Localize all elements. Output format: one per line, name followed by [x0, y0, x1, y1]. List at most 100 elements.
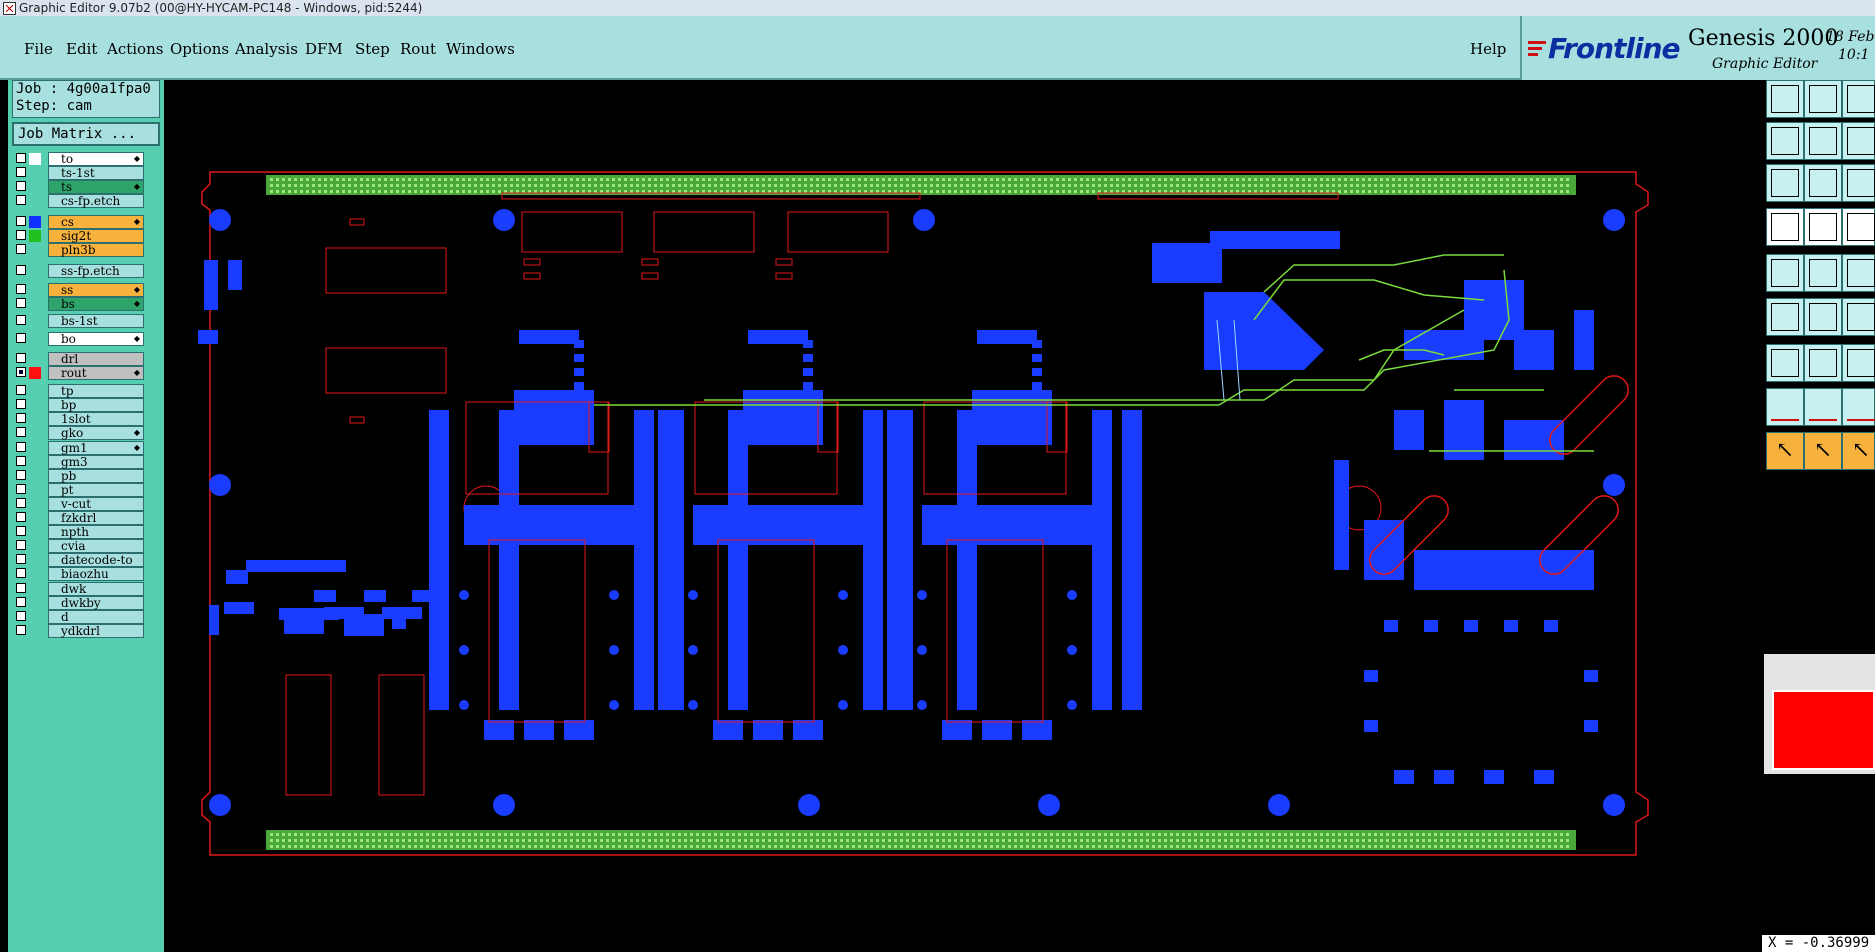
layer-row-ts-1st[interactable]: ts-1st [12, 166, 144, 180]
layer-name[interactable]: biaozhu [48, 567, 144, 581]
layer-row-dwkby[interactable]: dwkby [12, 596, 144, 610]
menu-help[interactable]: Help [1470, 40, 1506, 58]
layer-checkbox[interactable] [16, 512, 26, 522]
layer-name[interactable]: 1slot [48, 412, 144, 426]
layer-checkbox[interactable] [16, 195, 26, 205]
add-a-triangle-icon[interactable] [1804, 388, 1842, 426]
layer-row-ts[interactable]: ts ◆ [12, 180, 144, 194]
layer-color-swatch[interactable] [29, 284, 41, 296]
layer-row-drl[interactable]: drl [12, 352, 144, 366]
select-box-icon[interactable] [1842, 164, 1875, 202]
menu-step[interactable]: Step [355, 40, 390, 58]
layer-row-rout[interactable]: rout ◆ [12, 366, 144, 380]
layer-name[interactable]: gm3 [48, 455, 144, 469]
add-pad-icon[interactable] [1766, 344, 1804, 382]
layer-row-pb[interactable]: pb [12, 469, 144, 483]
layer-color-swatch[interactable] [29, 333, 41, 345]
layer-checkbox[interactable] [16, 625, 26, 635]
zoom-one-to-one-icon[interactable] [1842, 122, 1875, 160]
layer-checkbox[interactable] [16, 554, 26, 564]
layer-checkbox[interactable] [16, 333, 26, 343]
add-b-triangle-icon[interactable] [1842, 388, 1875, 426]
layer-name[interactable]: cvia [48, 539, 144, 553]
menu-analysis[interactable]: Analysis [235, 40, 298, 58]
layer-row-cs-fp.etch[interactable]: cs-fp.etch [12, 194, 144, 208]
layer-color-swatch[interactable] [29, 399, 41, 411]
layer-row-bp[interactable]: bp [12, 398, 144, 412]
layer-name[interactable]: pt [48, 483, 144, 497]
layer-color-swatch[interactable] [29, 484, 41, 496]
layer-row-d[interactable]: d [12, 610, 144, 624]
layer-row-pln3b[interactable]: pln3b [12, 243, 144, 257]
layer-checkbox[interactable] [16, 540, 26, 550]
layer-color-swatch[interactable] [29, 498, 41, 510]
layer-color-swatch[interactable] [29, 526, 41, 538]
layer-row-sig2t[interactable]: sig2t [12, 229, 144, 243]
layer-color-swatch[interactable] [29, 442, 41, 454]
menu-actions[interactable]: Actions [107, 40, 163, 58]
measure-icon[interactable] [1766, 164, 1804, 202]
graphic-canvas[interactable] [164, 80, 1762, 952]
layer-color-swatch[interactable] [29, 427, 41, 439]
layer-row-ss-fp.etch[interactable]: ss-fp.etch [12, 264, 144, 278]
zoom-in-box-icon[interactable] [1766, 122, 1804, 160]
layer-checkbox[interactable] [16, 611, 26, 621]
layer-checkbox[interactable] [16, 484, 26, 494]
layer-name[interactable]: rout ◆ [48, 366, 144, 380]
layer-color-swatch[interactable] [29, 265, 41, 277]
layer-name[interactable]: to ◆ [48, 152, 144, 166]
layer-color-swatch[interactable] [29, 597, 41, 609]
pointer-move-icon[interactable]: ↖ [1804, 432, 1842, 470]
layer-row-gm1[interactable]: gm1 ◆ [12, 441, 144, 455]
layer-checkbox[interactable] [16, 284, 26, 294]
view-profile-icon[interactable] [1766, 208, 1804, 246]
layer-name[interactable]: bp [48, 398, 144, 412]
layer-checkbox[interactable] [16, 265, 26, 275]
add-triangle-icon[interactable] [1766, 388, 1804, 426]
layer-name[interactable]: bs-1st [48, 314, 144, 328]
layer-name[interactable]: ss-fp.etch [48, 264, 144, 278]
layer-row-datecode-to[interactable]: datecode-to [12, 553, 144, 567]
layer-color-swatch[interactable] [29, 367, 41, 379]
layer-checkbox[interactable] [16, 367, 26, 377]
layer-checkbox[interactable] [16, 568, 26, 578]
zoom-home-icon[interactable] [1766, 80, 1804, 118]
layer-name[interactable]: d [48, 610, 144, 624]
layer-checkbox[interactable] [16, 315, 26, 325]
snap-icon[interactable] [1804, 164, 1842, 202]
ruler-icon[interactable] [1842, 208, 1875, 246]
layer-name[interactable]: fzkdrl [48, 511, 144, 525]
layer-row-ydkdrl[interactable]: ydkdrl [12, 624, 144, 638]
layer-checkbox[interactable] [16, 442, 26, 452]
layer-row-bs-1st[interactable]: bs-1st [12, 314, 144, 328]
cross-cut-icon[interactable] [1804, 254, 1842, 292]
layer-name[interactable]: ss ◆ [48, 283, 144, 297]
layer-color-swatch[interactable] [29, 385, 41, 397]
layer-color-swatch[interactable] [29, 167, 41, 179]
layer-name[interactable]: drl [48, 352, 144, 366]
layer-row-fzkdrl[interactable]: fzkdrl [12, 511, 144, 525]
layer-checkbox[interactable] [16, 353, 26, 363]
layer-name[interactable]: sig2t [48, 229, 144, 243]
layer-color-swatch[interactable] [29, 153, 41, 165]
layer-name[interactable]: pln3b [48, 243, 144, 257]
layer-row-cs[interactable]: cs ◆ [12, 215, 144, 229]
layer-name[interactable]: v-cut [48, 497, 144, 511]
layer-checkbox[interactable] [16, 413, 26, 423]
layer-color-swatch[interactable] [29, 583, 41, 595]
layer-checkbox[interactable] [16, 498, 26, 508]
job-matrix-button[interactable]: Job Matrix ... [12, 122, 160, 146]
layer-name[interactable]: cs ◆ [48, 215, 144, 229]
layer-name[interactable]: bo ◆ [48, 332, 144, 346]
break-line-icon[interactable] [1842, 344, 1875, 382]
layer-row-tp[interactable]: tp [12, 384, 144, 398]
layer-checkbox[interactable] [16, 153, 26, 163]
layer-color-swatch[interactable] [29, 230, 41, 242]
layer-color-swatch[interactable] [29, 244, 41, 256]
layer-color-swatch[interactable] [29, 611, 41, 623]
menu-options[interactable]: Options [170, 40, 229, 58]
pointer-select-icon[interactable]: ↖ [1766, 432, 1804, 470]
layer-checkbox[interactable] [16, 583, 26, 593]
layer-checkbox[interactable] [16, 216, 26, 226]
layer-row-to[interactable]: to ◆ [12, 152, 144, 166]
